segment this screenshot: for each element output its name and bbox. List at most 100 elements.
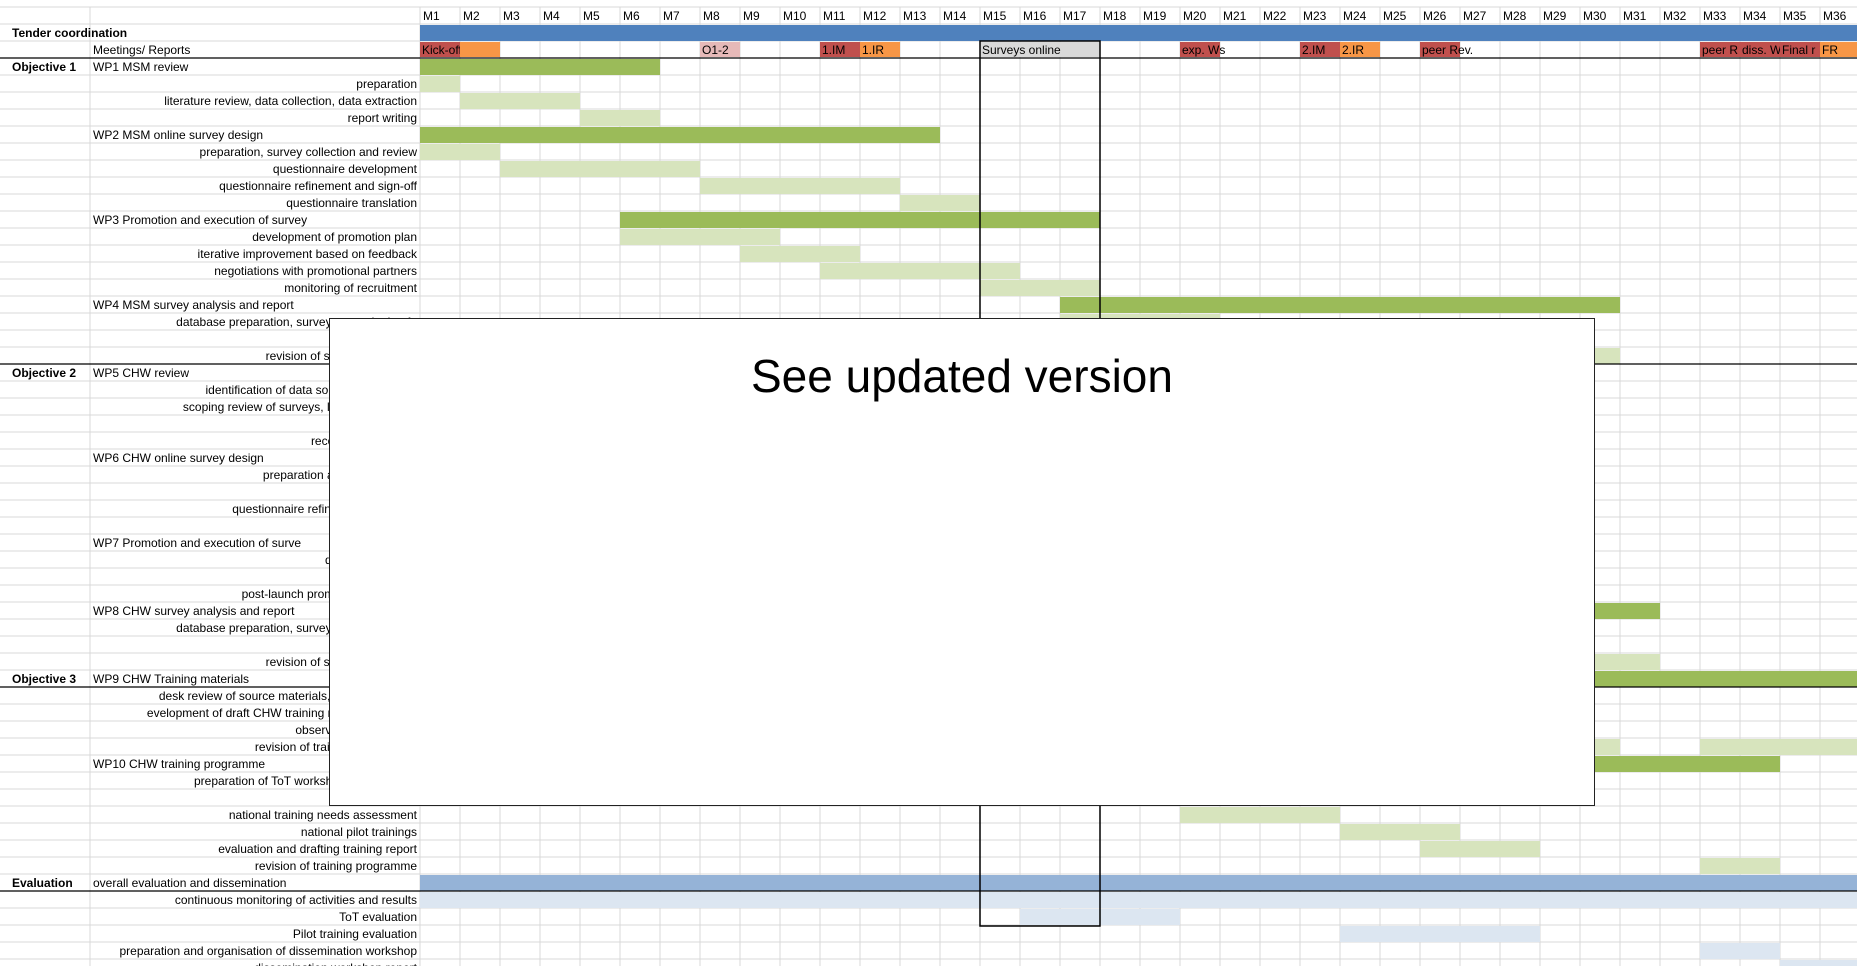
task-label: report writing xyxy=(348,111,417,125)
month-header-m22: M22 xyxy=(1263,9,1287,23)
task-label: national training needs assessment xyxy=(229,808,418,822)
milestone-label: 2.IM xyxy=(1302,43,1325,57)
task-label: WP2 MSM online survey design xyxy=(93,128,263,142)
milestone-label: FR xyxy=(1822,43,1838,57)
task-label: ToT evaluation xyxy=(339,910,417,924)
task-label: national pilot trainings xyxy=(301,825,417,839)
task-label: evaluation and drafting training report xyxy=(218,842,417,856)
month-header-m20: M20 xyxy=(1183,9,1207,23)
month-header-m10: M10 xyxy=(783,9,807,23)
task-bar xyxy=(1340,926,1540,942)
month-header-m3: M3 xyxy=(503,9,520,23)
task-label: questionnaire refinement and sign-off xyxy=(219,179,418,193)
task-bar xyxy=(900,195,980,211)
task-label: negotiations with promotional partners xyxy=(214,264,417,278)
task-label: WP1 MSM review xyxy=(93,60,189,74)
month-header-m18: M18 xyxy=(1103,9,1127,23)
task-bar xyxy=(420,59,660,75)
month-header-m29: M29 xyxy=(1543,9,1567,23)
task-label: Meetings/ Reports xyxy=(93,43,190,57)
task-label: monitoring of recruitment xyxy=(284,281,417,295)
month-header-m28: M28 xyxy=(1503,9,1527,23)
task-bar xyxy=(500,161,700,177)
month-header-m31: M31 xyxy=(1623,9,1647,23)
task-bar xyxy=(420,25,1857,41)
group-label: Objective 2 xyxy=(12,366,76,380)
month-header-m23: M23 xyxy=(1303,9,1327,23)
month-header-m26: M26 xyxy=(1423,9,1447,23)
month-header-m1: M1 xyxy=(423,9,440,23)
group-label: Objective 3 xyxy=(12,672,76,686)
milestone-label: exp. Ws xyxy=(1182,43,1225,57)
month-header-m32: M32 xyxy=(1663,9,1687,23)
month-header-m19: M19 xyxy=(1143,9,1167,23)
milestone-label: O1-2 xyxy=(702,43,729,57)
milestone-bar xyxy=(460,42,500,57)
month-header-m12: M12 xyxy=(863,9,887,23)
month-header-m7: M7 xyxy=(663,9,680,23)
task-label: WP7 Promotion and execution of surve xyxy=(93,536,301,550)
task-bar xyxy=(1060,297,1620,313)
milestone-label: diss. W xyxy=(1742,43,1782,57)
group-label: Tender coordination xyxy=(12,26,127,40)
month-header-m11: M11 xyxy=(823,9,846,23)
milestone-label: 1.IM xyxy=(822,43,845,57)
month-header-m14: M14 xyxy=(943,9,967,23)
milestone-label: Kick-off xyxy=(422,43,462,57)
task-bar xyxy=(1780,960,1857,966)
task-bar xyxy=(460,93,580,109)
group-label: Evaluation xyxy=(12,876,73,890)
month-header-m36: M36 xyxy=(1823,9,1847,23)
task-label: questionnaire translation xyxy=(286,196,417,210)
month-header-m16: M16 xyxy=(1023,9,1047,23)
group-label: Objective 1 xyxy=(12,60,76,74)
task-bar xyxy=(420,144,500,160)
milestone-label: Final r xyxy=(1782,43,1815,57)
milestone-label: 1.IR xyxy=(862,43,884,57)
month-header-m9: M9 xyxy=(743,9,760,23)
month-header-m35: M35 xyxy=(1783,9,1807,23)
task-label: WP4 MSM survey analysis and report xyxy=(93,298,294,312)
month-header-m21: M21 xyxy=(1223,9,1247,23)
task-label: Pilot training evaluation xyxy=(293,927,417,941)
task-bar xyxy=(1580,756,1780,772)
task-bar xyxy=(740,246,860,262)
task-bar xyxy=(580,110,660,126)
task-bar xyxy=(1580,671,1857,687)
task-label: revision of training programme xyxy=(255,859,417,873)
task-label: continuous monitoring of activities and … xyxy=(175,893,417,907)
task-label: WP10 CHW training programme xyxy=(93,757,265,771)
task-label: questionnaire development xyxy=(273,162,418,176)
task-label: WP5 CHW review xyxy=(93,366,189,380)
task-bar xyxy=(1340,824,1460,840)
task-bar xyxy=(820,263,1020,279)
month-header-m27: M27 xyxy=(1463,9,1487,23)
month-header-m30: M30 xyxy=(1583,9,1607,23)
month-header-m13: M13 xyxy=(903,9,927,23)
month-header-m33: M33 xyxy=(1703,9,1727,23)
month-header-m25: M25 xyxy=(1383,9,1407,23)
month-header-m4: M4 xyxy=(543,9,560,23)
task-label: preparation, survey collection and revie… xyxy=(200,145,418,159)
task-bar xyxy=(620,229,780,245)
task-label: overall evaluation and dissemination xyxy=(93,876,286,890)
month-header-m17: M17 xyxy=(1063,9,1087,23)
milestone-label: peer Rev. xyxy=(1422,43,1473,57)
task-bar xyxy=(980,280,1100,296)
task-label: preparation xyxy=(356,77,417,91)
task-bar xyxy=(1420,841,1540,857)
task-label: WP9 CHW Training materials xyxy=(93,672,249,686)
month-header-m2: M2 xyxy=(463,9,480,23)
task-bar xyxy=(420,875,1857,891)
task-bar xyxy=(420,892,1857,908)
month-header-m34: M34 xyxy=(1743,9,1767,23)
task-label: literature review, data collection, data… xyxy=(164,94,417,108)
update-notice-box: See updated version xyxy=(329,318,1595,806)
task-bar xyxy=(1700,739,1857,755)
task-bar xyxy=(620,212,1100,228)
month-header-m6: M6 xyxy=(623,9,640,23)
milestone-label: Surveys online xyxy=(982,43,1061,57)
task-label: WP8 CHW survey analysis and report xyxy=(93,604,295,618)
task-bar xyxy=(420,76,460,92)
task-bar xyxy=(1700,858,1780,874)
